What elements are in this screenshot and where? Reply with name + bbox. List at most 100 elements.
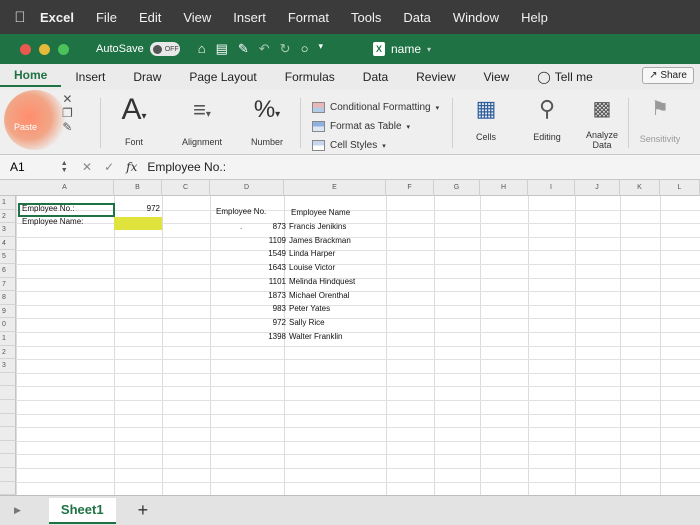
employee-name-cell[interactable]: Louise Victor xyxy=(289,261,335,274)
employee-number-cell[interactable]: 1873 xyxy=(216,289,286,302)
fx-icon[interactable]: fx xyxy=(126,160,137,174)
sensitivity-button[interactable]: ⚑ Sensitivity xyxy=(634,94,686,144)
employee-number-cell[interactable]: 1643 xyxy=(216,261,286,274)
column-header[interactable]: A xyxy=(16,180,114,196)
sheet-tab-sheet1[interactable]: Sheet1 xyxy=(48,497,116,524)
column-header[interactable]: D xyxy=(210,180,284,196)
employee-number-cell[interactable]: 983 xyxy=(216,302,286,315)
row-header[interactable] xyxy=(0,386,16,400)
employee-name-cell[interactable]: Peter Yates xyxy=(289,302,330,315)
cell-a1[interactable]: Employee No.: xyxy=(22,202,74,215)
menu-edit[interactable]: Edit xyxy=(139,10,161,25)
row-header[interactable]: 3 xyxy=(0,359,16,373)
customize-toolbar-icon[interactable]: ▾ xyxy=(318,41,323,57)
analyze-data-button[interactable]: ▩ Analyze Data xyxy=(582,94,622,150)
row-header[interactable]: 4 xyxy=(0,236,16,251)
menu-data[interactable]: Data xyxy=(403,10,430,25)
row-header[interactable]: 2 xyxy=(0,209,16,224)
edit-icon[interactable]: ✎ xyxy=(238,41,249,57)
minimize-window-button[interactable] xyxy=(39,43,50,55)
check-icon[interactable]: ✓ xyxy=(104,160,114,174)
format-as-table-button[interactable]: Format as Table ▾ xyxy=(312,121,410,132)
menu-help[interactable]: Help xyxy=(521,10,548,25)
worksheet-grid[interactable]: ABCDEFGHIJKL 1234567890123 Employee No.:… xyxy=(0,180,700,495)
row-header[interactable] xyxy=(0,413,16,428)
menu-window[interactable]: Window xyxy=(453,10,499,25)
cell-a2[interactable]: Employee Name: xyxy=(22,215,83,228)
cells-group[interactable]: ▦ Cells xyxy=(466,94,506,142)
employee-number-cell[interactable]: 1101 xyxy=(216,275,286,288)
number-group[interactable]: %▾ Number xyxy=(246,94,288,147)
tab-review[interactable]: Review xyxy=(402,70,469,84)
row-header[interactable] xyxy=(0,400,16,414)
row-header[interactable]: 1 xyxy=(0,332,16,346)
format-painter-icon[interactable]: ✎ xyxy=(62,120,73,134)
employee-name-cell[interactable]: Melinda Hindquest xyxy=(289,275,355,288)
formula-input[interactable]: Employee No.: xyxy=(147,160,226,174)
home-icon[interactable]: ⌂ xyxy=(198,41,206,57)
name-box-stepper[interactable]: ▲ ▼ xyxy=(61,160,68,174)
row-header[interactable] xyxy=(0,454,16,468)
column-header[interactable]: H xyxy=(480,180,528,196)
menu-tools[interactable]: Tools xyxy=(351,10,381,25)
apple-icon[interactable]:  xyxy=(0,9,40,26)
row-header[interactable]: 7 xyxy=(0,277,16,292)
zoom-window-button[interactable] xyxy=(58,43,69,55)
column-header[interactable]: E xyxy=(284,180,386,196)
column-header[interactable]: F xyxy=(386,180,434,196)
menu-view[interactable]: View xyxy=(183,10,211,25)
name-box[interactable]: A1 ▲ ▼ xyxy=(0,155,68,179)
menu-excel[interactable]: Excel xyxy=(40,10,74,25)
clipboard-tools[interactable]: ✕ ❐ ✎ xyxy=(62,92,73,134)
row-header[interactable]: 5 xyxy=(0,250,16,264)
employee-number-cell[interactable]: 1398 xyxy=(216,330,286,343)
tab-view[interactable]: View xyxy=(470,70,524,84)
tab-home[interactable]: Home xyxy=(0,68,62,87)
row-header[interactable] xyxy=(0,440,16,455)
highlighted-cell-b2[interactable] xyxy=(114,217,162,230)
row-header[interactable]: 6 xyxy=(0,264,16,278)
column-header[interactable]: I xyxy=(528,180,575,196)
employee-name-cell[interactable]: Walter Franklin xyxy=(289,330,343,343)
row-header[interactable]: 2 xyxy=(0,345,16,360)
menu-file[interactable]: File xyxy=(96,10,117,25)
row-header[interactable]: 8 xyxy=(0,291,16,305)
share-button[interactable]: ↗ Share xyxy=(642,67,694,84)
employee-name-cell[interactable]: Francis Jenikins xyxy=(289,220,346,233)
column-header[interactable]: L xyxy=(660,180,700,196)
tell-me-search[interactable]: ◯ Tell me xyxy=(523,70,606,84)
conditional-formatting-button[interactable]: Conditional Formatting ▾ xyxy=(312,102,439,113)
cell-d1[interactable]: Employee No. xyxy=(216,205,266,218)
row-header[interactable]: 0 xyxy=(0,318,16,332)
redo-icon[interactable]: ↻ xyxy=(280,41,291,57)
autosave-control[interactable]: AutoSave OFF xyxy=(96,42,180,56)
paste-button[interactable]: Paste xyxy=(14,122,37,132)
row-header[interactable] xyxy=(0,481,16,495)
column-header[interactable]: J xyxy=(575,180,620,196)
column-header[interactable]: B xyxy=(114,180,162,196)
row-header[interactable] xyxy=(0,427,16,441)
employee-number-cell[interactable]: 1109 xyxy=(216,234,286,247)
row-header[interactable]: 1 xyxy=(0,196,16,210)
row-header[interactable]: 9 xyxy=(0,304,16,319)
column-header[interactable]: K xyxy=(620,180,660,196)
sheet-nav-icon[interactable]: ▶ xyxy=(14,505,21,516)
document-title[interactable]: X name ▾ xyxy=(372,42,431,56)
font-group[interactable]: A▾ Font xyxy=(112,94,156,148)
tab-formulas[interactable]: Formulas xyxy=(271,70,349,84)
column-header[interactable]: G xyxy=(434,180,480,196)
employee-name-cell[interactable]: Linda Harper xyxy=(289,247,335,260)
tab-draw[interactable]: Draw xyxy=(119,70,175,84)
cell-styles-button[interactable]: Cell Styles ▾ xyxy=(312,140,386,151)
employee-number-cell[interactable]: 972 xyxy=(216,316,286,329)
add-sheet-button[interactable]: + xyxy=(138,500,149,521)
menu-format[interactable]: Format xyxy=(288,10,329,25)
cut-icon[interactable]: ✕ xyxy=(62,92,73,106)
employee-name-cell[interactable]: James Brackman xyxy=(289,234,351,247)
circle-icon[interactable]: ○ xyxy=(301,41,309,57)
close-window-button[interactable] xyxy=(20,43,31,55)
employee-name-cell[interactable]: Michael Orenthal xyxy=(289,289,349,302)
row-header[interactable] xyxy=(0,468,16,482)
employee-name-cell[interactable]: Sally Rice xyxy=(289,316,325,329)
editing-group[interactable]: ⚲ Editing xyxy=(526,94,568,142)
